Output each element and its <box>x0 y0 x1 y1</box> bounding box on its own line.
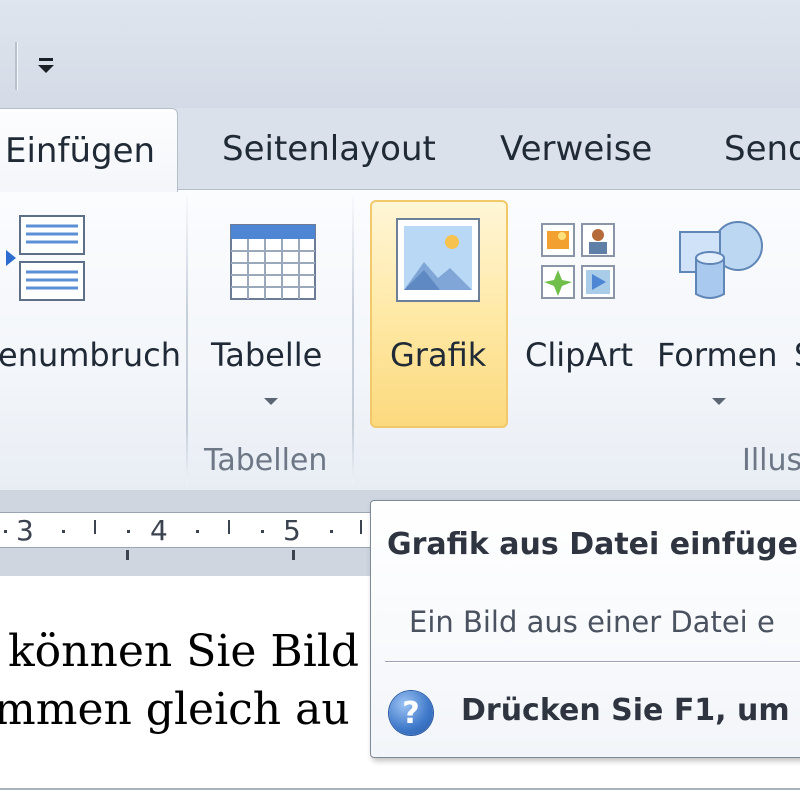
tab-seitenlayout[interactable]: Seitenlayout <box>222 108 436 190</box>
document-text-line: können Sie Bild <box>8 626 360 677</box>
ruler-dot <box>261 530 264 533</box>
toolbar-separator <box>15 42 17 90</box>
shapes-icon <box>679 221 763 299</box>
table-button[interactable]: Tabelle <box>200 190 345 430</box>
group-separator <box>186 196 188 484</box>
screen-tip-help-text: Drücken Sie F1, um <box>461 693 790 728</box>
ruler-number: 4 <box>150 514 168 547</box>
tab-stop-marker[interactable] <box>126 550 129 560</box>
screen-tip-description: Ein Bild aus einer Datei e <box>409 605 775 639</box>
customize-dropdown-icon[interactable] <box>30 48 62 82</box>
insert-picture-button[interactable]: Grafik <box>370 200 508 428</box>
insert-picture-label: Grafik <box>390 336 487 374</box>
ruler-dot <box>330 530 333 533</box>
clipart-button[interactable]: ClipArt <box>520 190 640 430</box>
ribbon: enumbruch Tabelle Tabellen Grafik ClipAr… <box>0 189 800 492</box>
page-break-icon <box>6 215 85 301</box>
ruler-tick <box>94 520 96 534</box>
group-separator <box>352 196 354 484</box>
ruler-number: 5 <box>283 514 301 547</box>
tab-label: Seitenlayout <box>222 129 436 169</box>
ruler-dot <box>4 530 7 533</box>
group-label-illustrationen: Illus <box>742 443 800 478</box>
ruler-dot <box>196 530 199 533</box>
word-window: Einfügen Seitenlayout Verweise Send enum… <box>0 0 800 800</box>
tab-label: Send <box>724 129 800 169</box>
clipart-icon <box>541 223 615 299</box>
page-break-button[interactable]: enumbruch <box>0 190 182 430</box>
chevron-down-icon <box>264 398 278 405</box>
ribbon-tab-row: Einfügen Seitenlayout Verweise Send <box>0 108 800 192</box>
table-label: Tabelle <box>211 336 323 374</box>
screen-tip: Grafik aus Datei einfüge Ein Bild aus ei… <box>370 500 800 758</box>
tab-label: Verweise <box>500 129 653 169</box>
ruler-number: 3 <box>16 514 34 547</box>
ruler-tick <box>228 520 230 534</box>
screen-tip-divider <box>385 661 800 662</box>
page-break-label: enumbruch <box>0 336 182 374</box>
chevron-down-icon <box>712 398 726 405</box>
tab-sendungen[interactable]: Send <box>724 108 800 190</box>
clipart-label: ClipArt <box>525 336 634 374</box>
table-icon <box>230 224 316 300</box>
tab-label: Einfügen <box>5 130 156 171</box>
group-label-tabellen: Tabellen <box>204 443 328 478</box>
document-text-line: mmen gleich au <box>0 684 350 735</box>
shapes-button[interactable]: Formen <box>652 190 787 430</box>
tab-einfuegen[interactable]: Einfügen <box>0 108 178 192</box>
shapes-label: Formen <box>657 336 778 374</box>
ruler-dot <box>127 530 130 533</box>
ruler-tick <box>360 520 362 534</box>
quick-access-toolbar <box>0 0 800 109</box>
picture-icon <box>396 218 480 302</box>
tab-stop-marker[interactable] <box>292 550 295 560</box>
smartart-label[interactable]: S <box>794 336 800 374</box>
tab-verweise[interactable]: Verweise <box>500 108 652 190</box>
ruler-dot <box>62 530 65 533</box>
window-bottom-edge <box>0 788 800 800</box>
help-icon: ? <box>389 691 433 735</box>
screen-tip-title: Grafik aus Datei einfüge <box>387 527 798 562</box>
